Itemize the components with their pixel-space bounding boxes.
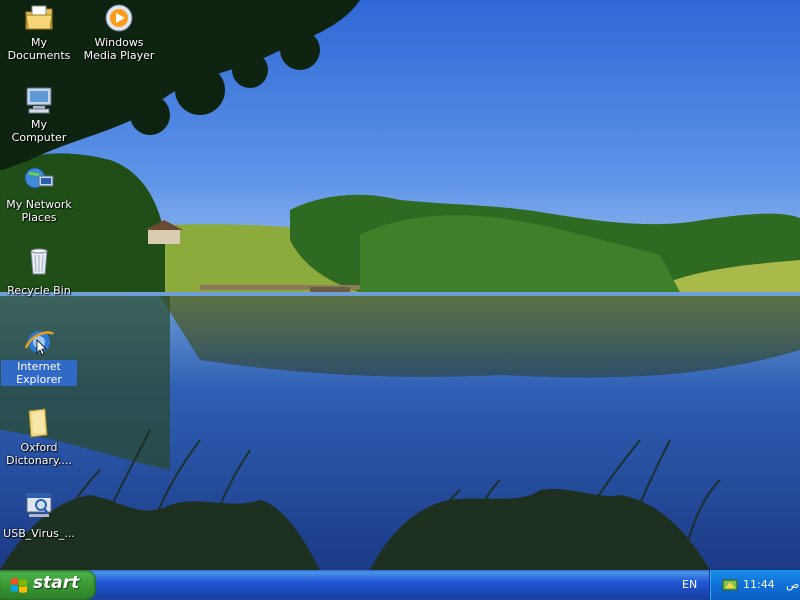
folder-documents-icon <box>23 2 55 34</box>
desktop-icon-label: Internet Explorer <box>1 360 77 386</box>
recycle-bin-icon <box>23 245 55 277</box>
language-indicator[interactable]: EN <box>682 578 697 591</box>
start-button[interactable]: start <box>0 570 96 600</box>
taskbar[interactable]: start EN 11:44 ص <box>0 570 800 600</box>
desktop-icon-label: Recycle Bin <box>7 284 71 297</box>
desktop-icon-label: My Network Places <box>6 198 72 224</box>
folder-icon <box>23 407 55 439</box>
usb-program-icon <box>23 488 55 520</box>
network-icon <box>23 164 55 196</box>
desktop-icon-my-network-places[interactable]: My Network Places <box>1 164 77 225</box>
desktop-icon-oxford-dictonary[interactable]: Oxford Dictonary.... <box>1 407 77 468</box>
desktop-icon-internet-explorer[interactable]: Internet Explorer <box>1 326 77 387</box>
computer-icon <box>23 84 55 116</box>
clock-ampm: ص <box>786 578 800 591</box>
desktop-icon-label: My Computer <box>11 118 67 144</box>
system-tray[interactable]: 11:44 ص <box>709 570 800 600</box>
clock[interactable]: 11:44 <box>743 578 775 591</box>
start-label: start <box>33 573 80 593</box>
desktop-icon-label: Windows Media Player <box>83 36 155 62</box>
desktop-icon-my-computer[interactable]: My Computer <box>1 84 77 145</box>
desktop-icon-label: USB_Virus_... <box>3 527 75 540</box>
desktop-icon-recycle-bin[interactable]: Recycle Bin <box>1 245 77 298</box>
media-player-icon <box>103 2 135 34</box>
windows-logo-icon <box>11 578 27 593</box>
desktop-icon-label: Oxford Dictonary.... <box>6 441 72 467</box>
tray-program-icon[interactable] <box>722 577 738 593</box>
desktop-icon-my-documents[interactable]: My Documents <box>1 2 77 63</box>
desktop[interactable]: My Documents Windows Media Player My Com… <box>0 0 800 570</box>
desktop-icon-label: My Documents <box>7 36 71 62</box>
desktop-icon-windows-media-player[interactable]: Windows Media Player <box>81 2 157 63</box>
desktop-icon-usb-virus[interactable]: USB_Virus_... <box>1 488 77 541</box>
wallpaper-lake-landscape <box>0 0 800 570</box>
internet-explorer-icon <box>23 326 55 358</box>
